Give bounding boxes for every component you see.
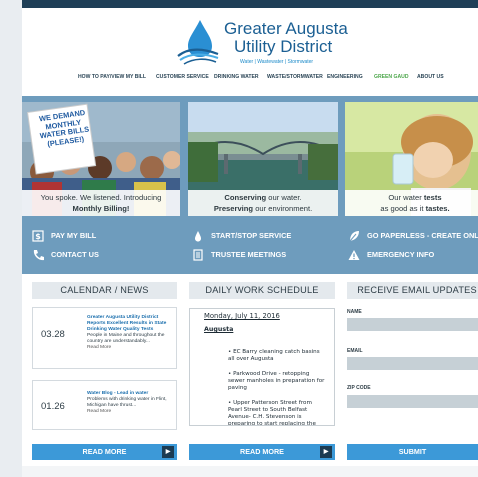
hero-caption-water-tests: Our water tests as good as it tastes. <box>345 190 478 216</box>
hero-caption-conserving: Conserving our water. Preserving our env… <box>188 190 338 216</box>
news-date: 01.26 <box>41 401 65 412</box>
quick-link-label: TRUSTEE MEETINGS <box>211 250 287 259</box>
email-field[interactable] <box>347 357 478 370</box>
button-label: READ MORE <box>240 447 284 456</box>
phone-icon <box>33 250 44 261</box>
caption-bold-1: Conserving <box>224 193 267 202</box>
news-summary: Problems with drinking water in Flint, M… <box>87 397 167 408</box>
quick-link-trustee-meetings[interactable]: TRUSTEE MEETINGS <box>192 248 286 262</box>
warning-icon <box>348 250 360 261</box>
news-read-more-link[interactable]: Read More <box>87 409 111 414</box>
brand-name-line2: Utility District <box>234 37 333 56</box>
submit-button[interactable]: SUBMIT <box>347 444 478 460</box>
hero-caption-monthly-billing: You spoke. We listened. Introducing Mont… <box>22 190 180 216</box>
calendar-read-more-button[interactable]: READ MORE ▶ <box>32 444 177 460</box>
quick-link-label: PAY MY BILL <box>51 231 97 240</box>
schedule-item: • Upper Patterson Street from Pearl Stre… <box>228 400 316 426</box>
news-item[interactable]: 03.28 Greater Augusta Utility District R… <box>32 307 177 369</box>
hero-panel-conserving[interactable]: Conserving our water. Preserving our env… <box>188 102 338 216</box>
dollar-icon: $ <box>32 230 44 242</box>
nav-item-green-gaud[interactable]: GREEN GAUD <box>374 74 409 80</box>
news-date: 03.28 <box>41 329 65 340</box>
caption-bold: Monthly Billing! <box>72 204 130 213</box>
calendar-news-heading: CALENDAR / NEWS <box>32 282 177 299</box>
zip-code-label: ZIP CODE <box>347 385 371 391</box>
nav-item-waste-stormwater[interactable]: WASTE/STORMWATER <box>267 74 323 80</box>
quick-link-emergency-info[interactable]: EMERGENCY INFO <box>348 248 434 262</box>
nav-item-drinking-water[interactable]: DRINKING WATER <box>214 74 259 80</box>
document-icon <box>193 249 203 261</box>
hero-section: WE DEMAND MONTHLY WATER BILLS (PLEASE!) … <box>22 96 478 274</box>
news-read-more-link[interactable]: Read More <box>87 345 111 350</box>
protest-sign-text: WE DEMAND MONTHLY WATER BILLS (PLEASE!) <box>38 107 90 149</box>
logo[interactable]: Greater Augusta Utility District Water |… <box>22 8 478 68</box>
news-summary: People in Maine and throughout the count… <box>87 333 165 344</box>
hero-panel-monthly-billing[interactable]: WE DEMAND MONTHLY WATER BILLS (PLEASE!) … <box>22 102 180 216</box>
main-nav: HOW TO PAY/VIEW MY BILL CUSTOMER SERVICE… <box>22 74 478 84</box>
work-schedule-heading: DAILY WORK SCHEDULE <box>189 282 335 299</box>
quick-link-pay-my-bill[interactable]: $ PAY MY BILL <box>32 229 96 243</box>
arrow-right-icon: ▶ <box>320 446 332 458</box>
button-label: READ MORE <box>82 447 127 456</box>
quick-link-label: GO PAPERLESS - CREATE ONL <box>367 231 478 240</box>
zip-code-field[interactable] <box>347 395 478 408</box>
quick-link-start-stop[interactable]: START/STOP SERVICE <box>192 229 291 243</box>
quick-link-label: CONTACT US <box>51 250 99 259</box>
quick-link-go-paperless[interactable]: GO PAPERLESS - CREATE ONL <box>348 229 478 243</box>
quick-link-contact-us[interactable]: CONTACT US <box>32 248 99 262</box>
schedule-item: • EC Barry cleaning catch basins all ove… <box>228 349 320 362</box>
caption-plain: You spoke. We listened. Introducing <box>40 193 162 202</box>
name-label: NAME <box>347 309 362 315</box>
caption-plain-2: our environment. <box>255 204 313 213</box>
caption-plain-1: Our water <box>388 193 422 202</box>
work-schedule-scroll[interactable]: Monday, July 11, 2016 Augusta • EC Barry… <box>189 308 335 426</box>
schedule-date: Monday, July 11, 2016 <box>204 312 280 320</box>
caption-bold-2: Preserving <box>213 204 254 213</box>
email-label: EMAIL <box>347 348 363 354</box>
svg-text:$: $ <box>35 232 41 241</box>
brand-tagline: Water | Wastewater | Stormwater <box>240 59 314 65</box>
water-drop-icon <box>195 231 201 242</box>
news-text: Greater Augusta Utility District Reports… <box>87 315 175 351</box>
email-updates-heading: RECEIVE EMAIL UPDATES <box>347 282 478 299</box>
news-text: Water Blog - Lead in water Problems with… <box>87 391 175 415</box>
schedule-item: • Parkwood Drive - retopping sewer manho… <box>228 371 325 391</box>
calendar-news-section: CALENDAR / NEWS 03.28 Greater Augusta Ut… <box>32 282 177 430</box>
caption-bold-1: tests <box>423 193 442 202</box>
name-field[interactable] <box>347 318 478 331</box>
schedule-town: Augusta <box>204 326 234 333</box>
work-schedule-section: DAILY WORK SCHEDULE Monday, July 11, 201… <box>189 282 335 426</box>
caption-plain-1: our water. <box>268 193 302 202</box>
top-bar <box>22 0 478 8</box>
schedule-read-more-button[interactable]: READ MORE ▶ <box>189 444 335 460</box>
caption-bold-2: tastes. <box>425 204 450 213</box>
page: Greater Augusta Utility District Water |… <box>22 0 478 477</box>
email-updates-section: RECEIVE EMAIL UPDATES <box>347 282 478 299</box>
hero-panel-water-tests[interactable]: Our water tests as good as it tastes. <box>345 102 478 216</box>
news-item[interactable]: 01.26 Water Blog - Lead in water Problem… <box>32 380 177 430</box>
brand-name-line1: Greater Augusta <box>224 19 348 38</box>
leaf-icon <box>349 231 359 242</box>
quick-link-label: START/STOP SERVICE <box>211 231 292 240</box>
quick-link-label: EMERGENCY INFO <box>367 250 435 259</box>
caption-plain-2: as good as it <box>380 204 424 213</box>
water-drop-logo-icon <box>177 20 219 65</box>
button-label: SUBMIT <box>398 447 427 456</box>
nav-item-pay-bill[interactable]: HOW TO PAY/VIEW MY BILL <box>78 74 146 80</box>
nav-item-customer-service[interactable]: CUSTOMER SERVICE <box>156 74 209 80</box>
news-title[interactable]: Greater Augusta Utility District Reports… <box>87 315 175 333</box>
nav-item-about-us[interactable]: ABOUT US <box>417 74 444 80</box>
nav-item-engineering[interactable]: ENGINEERING <box>327 74 363 80</box>
footer-strip <box>22 466 478 477</box>
arrow-right-icon: ▶ <box>162 446 174 458</box>
